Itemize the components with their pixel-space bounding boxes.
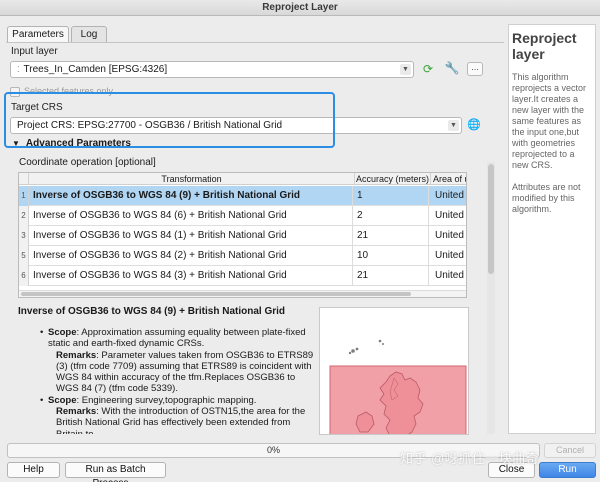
input-layer-value: Trees_In_Camden [EPSG:4326]	[23, 64, 168, 75]
row-index: 6	[19, 266, 29, 286]
accuracy-cell: 10	[355, 246, 429, 266]
advanced-parameters-toggle[interactable]: ▼ Advanced Parameters	[12, 138, 131, 149]
wrench-icon[interactable]: 🔧	[443, 60, 461, 77]
table-row[interactable]: 1 Inverse of OSGB36 to WGS 84 (9) + Briti…	[19, 186, 466, 206]
window-title: Reproject Layer	[262, 2, 338, 13]
scrollbar-thumb[interactable]	[21, 292, 411, 296]
tab-parameters[interactable]: Parameters	[7, 26, 69, 43]
area-of-use-cell: United Kingdom	[435, 230, 466, 241]
cancel-button[interactable]: Cancel	[544, 443, 596, 458]
remarks: Remarks: With the introduction of OSTN15…	[48, 406, 314, 434]
area-of-use-cell: United Kingdom	[435, 190, 466, 201]
watermark: 知乎 @呀抓住一块曲奇	[400, 451, 540, 466]
row-index: 3	[19, 226, 29, 246]
chevron-down-icon: ▼	[448, 120, 459, 131]
scope-label: Scope	[48, 394, 77, 406]
help-title: Reproject layer	[512, 30, 577, 62]
area-of-use-map	[319, 307, 469, 435]
iterate-icon[interactable]: ⟳	[419, 61, 437, 78]
chevron-down-icon: ▼	[400, 64, 411, 75]
run-button[interactable]: Run	[539, 462, 596, 478]
point-layer-icon: ⁚	[17, 65, 20, 74]
table-row[interactable]: 2 Inverse of OSGB36 to WGS 84 (6) + Briti…	[19, 206, 466, 226]
area-of-use-cell: United Kingdom	[435, 250, 466, 261]
table-row[interactable]: 6 Inverse of OSGB36 to WGS 84 (3) + Briti…	[19, 266, 466, 286]
run-as-batch-button[interactable]: Run as Batch Process…	[65, 462, 166, 482]
area-of-use-cell: United Kingdom	[435, 270, 466, 281]
remarks-label: Remarks	[56, 349, 97, 361]
more-options-button[interactable]: …	[467, 62, 483, 76]
scope-text: : Approximation assuming equality betwee…	[48, 327, 306, 350]
help-note: Attributes are not modified by this algo…	[512, 182, 581, 214]
help-description: This algorithm reprojects a vector layer…	[512, 72, 587, 170]
accuracy-cell: 21	[355, 226, 429, 246]
transformation-cell: Inverse of OSGB36 to WGS 84 (9) + Britis…	[31, 186, 353, 206]
map-svg	[329, 339, 467, 434]
crs-select-icon[interactable]: 🌐	[465, 117, 483, 134]
table-row[interactable]: 3 Inverse of OSGB36 to WGS 84 (1) + Briti…	[19, 226, 466, 246]
input-layer-label: Input layer	[11, 46, 58, 57]
progress-text: 0%	[266, 445, 280, 455]
transformation-cell: Inverse of OSGB36 to WGS 84 (1) + Britis…	[31, 226, 353, 246]
help-body: This algorithm reprojects a vector layer…	[512, 72, 595, 215]
help-panel: Reproject layer This algorithm reproject…	[508, 24, 596, 434]
advanced-parameters-label: Advanced Parameters	[25, 138, 131, 149]
header-transformation[interactable]: Transformation	[29, 173, 355, 185]
details-item: • Scope: Engineering survey,topographic …	[40, 394, 314, 434]
row-index: 5	[19, 246, 29, 266]
remarks-label: Remarks	[56, 406, 97, 418]
table-row[interactable]: 5 Inverse of OSGB36 to WGS 84 (2) + Briti…	[19, 246, 466, 266]
small-islands	[348, 339, 384, 355]
details-title: Inverse of OSGB36 to WGS 84 (9) + Britis…	[18, 306, 286, 317]
transformation-cell: Inverse of OSGB36 to WGS 84 (6) + Britis…	[31, 206, 353, 226]
tab-log[interactable]: Log	[71, 26, 107, 43]
coordinate-operation-table[interactable]: Transformation Accuracy (meters) Area of…	[18, 172, 467, 298]
header-corner	[19, 173, 29, 185]
header-accuracy[interactable]: Accuracy (meters)	[355, 173, 431, 185]
accuracy-cell: 21	[355, 266, 429, 286]
table-header: Transformation Accuracy (meters) Area of…	[19, 173, 466, 185]
transformation-details: Inverse of OSGB36 to WGS 84 (9) + Britis…	[18, 302, 314, 434]
input-layer-combo[interactable]: ⁚ Trees_In_Camden [EPSG:4326] ▼	[10, 61, 414, 78]
coordinate-operation-label: Coordinate operation [optional]	[19, 157, 156, 168]
panel-vertical-scrollbar[interactable]	[487, 162, 495, 434]
scrollbar-thumb[interactable]	[488, 164, 494, 274]
details-item: • Scope: Approximation assuming equality…	[40, 327, 314, 395]
table-horizontal-scrollbar[interactable]	[19, 290, 466, 297]
more-icon: …	[471, 63, 479, 72]
header-area[interactable]: Area of use	[431, 173, 466, 185]
row-index: 1	[19, 186, 29, 206]
remarks: Remarks: Parameter values taken from OSG…	[48, 350, 314, 395]
area-of-use-cell: United Kingdom	[435, 210, 466, 221]
accuracy-cell: 2	[355, 206, 429, 226]
transformation-cell: Inverse of OSGB36 to WGS 84 (3) + Britis…	[31, 266, 353, 286]
title-bar: Reproject Layer	[0, 0, 600, 16]
transformation-cell: Inverse of OSGB36 to WGS 84 (2) + Britis…	[31, 246, 353, 266]
help-button[interactable]: Help	[7, 462, 60, 478]
collapse-triangle-icon: ▼	[12, 139, 20, 148]
scope-text: : Engineering survey,topographic mapping…	[76, 394, 257, 406]
accuracy-cell: 1	[355, 186, 429, 206]
scope-label: Scope	[48, 327, 77, 338]
row-index: 2	[19, 206, 29, 226]
